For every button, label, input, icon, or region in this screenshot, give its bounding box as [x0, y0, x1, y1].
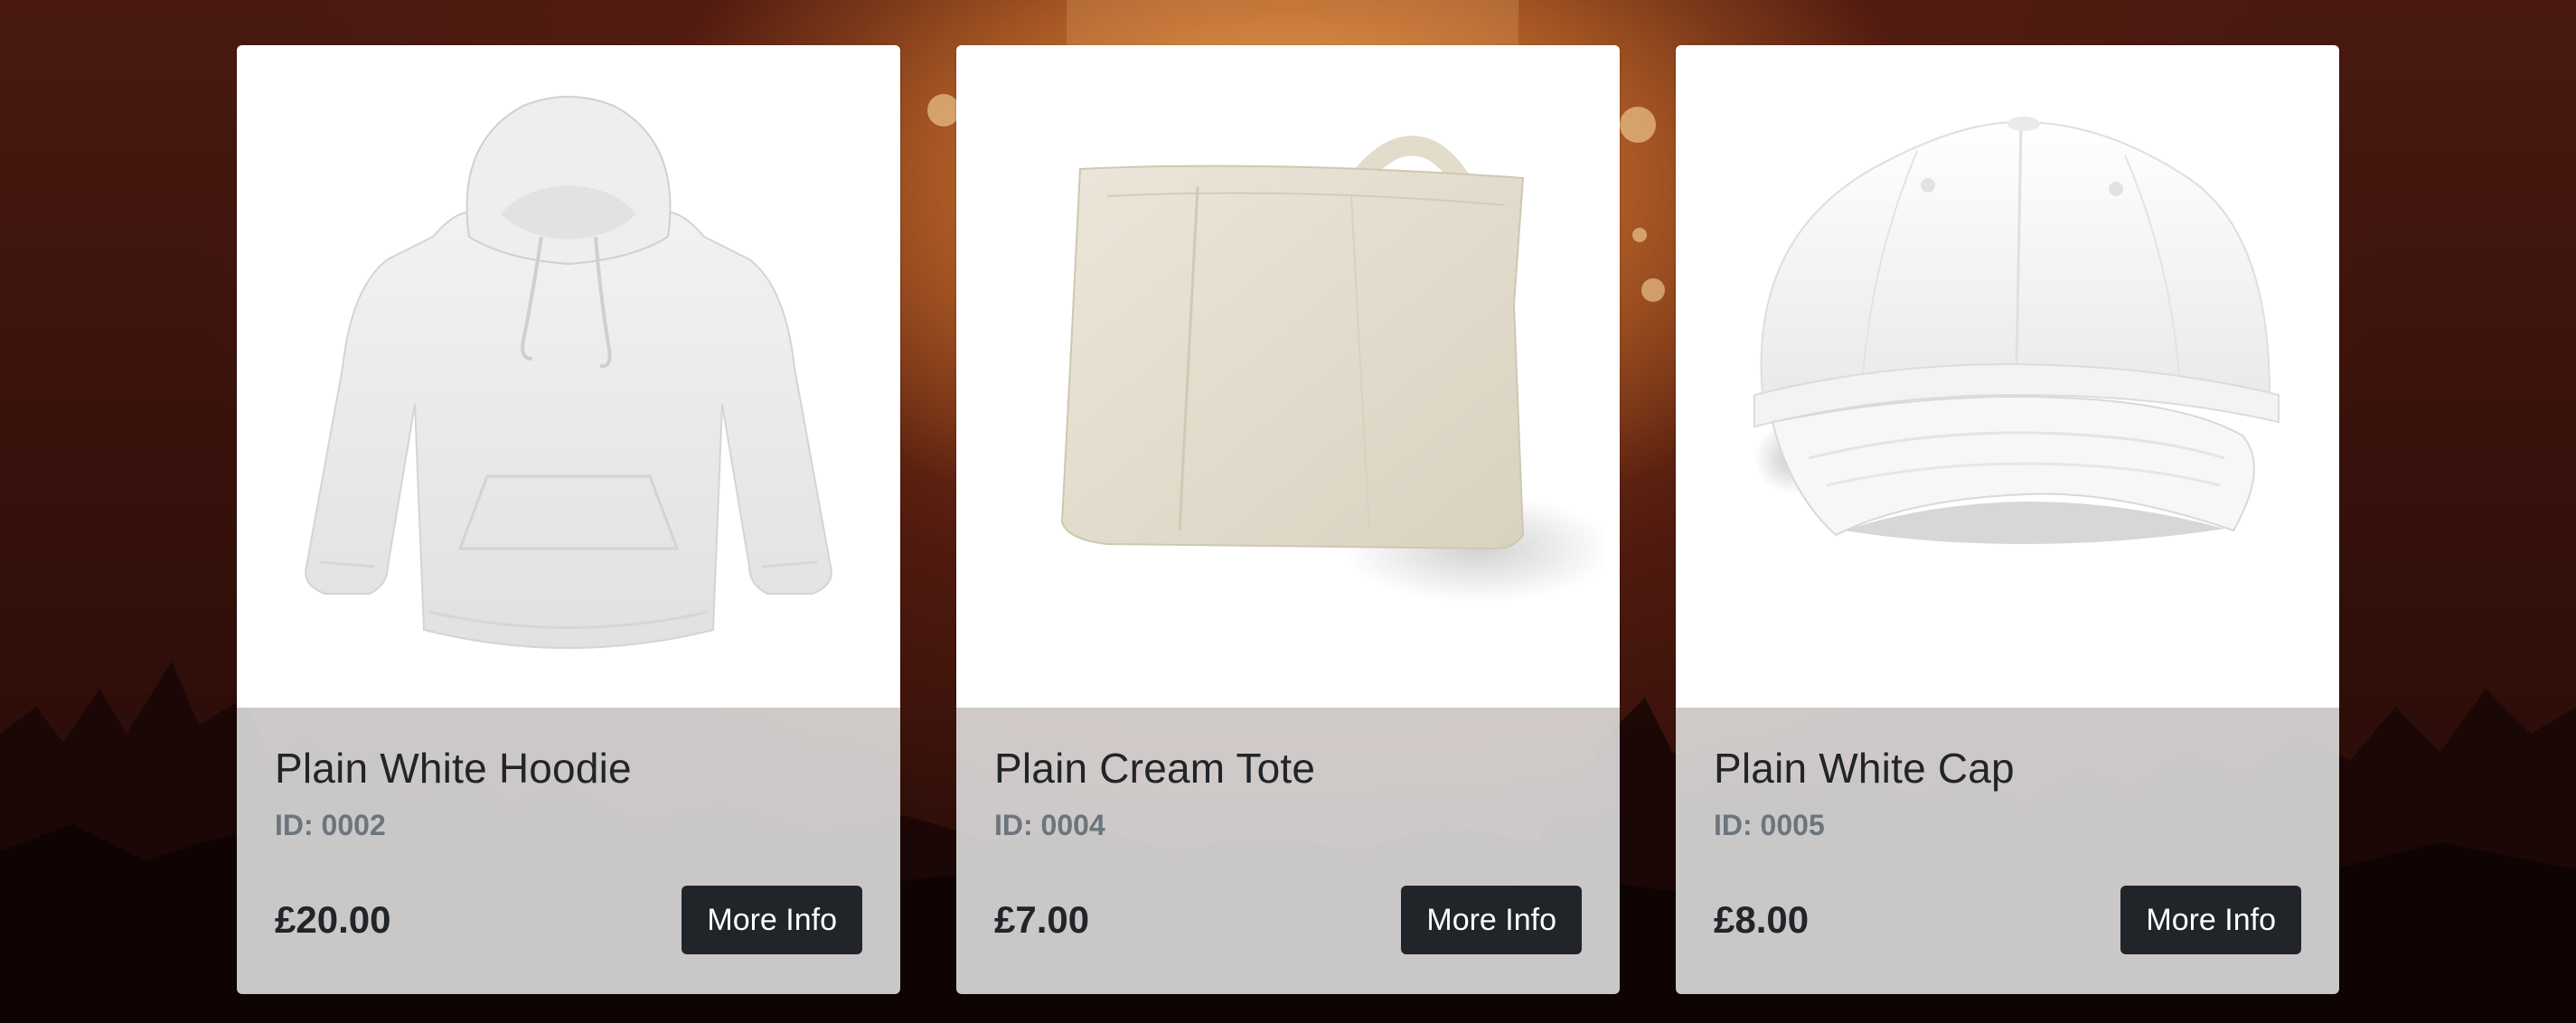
product-id: ID: 0004 — [994, 809, 1105, 841]
product-grid: Plain White Hoodie ID: 0002 £20.00 More … — [237, 45, 2339, 994]
product-card-body: Plain White Hoodie ID: 0002 £20.00 More … — [237, 708, 900, 994]
product-card: Plain White Cap ID: 0005 £8.00 More Info — [1676, 45, 2339, 994]
cap-image — [1753, 116, 2280, 544]
product-image — [956, 45, 1620, 708]
product-footer: £8.00 More Info — [1714, 886, 2301, 954]
product-price: £8.00 — [1714, 898, 1810, 941]
product-title: Plain Cream Tote — [994, 745, 1316, 792]
tote-bag-image — [1060, 135, 1604, 603]
product-price: £7.00 — [994, 898, 1090, 941]
product-id: ID: 0002 — [275, 809, 386, 841]
hoodie-image — [305, 95, 832, 649]
product-title: Plain White Hoodie — [275, 745, 632, 792]
more-info-button[interactable]: More Info — [2120, 886, 2301, 954]
product-footer: £7.00 More Info — [994, 886, 1582, 954]
more-info-button[interactable]: More Info — [682, 886, 862, 954]
product-price: £20.00 — [275, 898, 391, 941]
product-card-body: Plain White Cap ID: 0005 £8.00 More Info — [1676, 708, 2339, 994]
more-info-button[interactable]: More Info — [1401, 886, 1582, 954]
product-image — [237, 45, 900, 708]
product-image — [1676, 45, 2339, 708]
product-card: Plain Cream Tote ID: 0004 £7.00 More Inf… — [956, 45, 1620, 994]
product-title: Plain White Cap — [1714, 745, 2015, 792]
product-id: ID: 0005 — [1714, 809, 1825, 841]
product-card-body: Plain Cream Tote ID: 0004 £7.00 More Inf… — [956, 708, 1620, 994]
product-footer: £20.00 More Info — [275, 886, 862, 954]
page-background: Plain White Hoodie ID: 0002 £20.00 More … — [0, 0, 2576, 1023]
product-card: Plain White Hoodie ID: 0002 £20.00 More … — [237, 45, 900, 994]
